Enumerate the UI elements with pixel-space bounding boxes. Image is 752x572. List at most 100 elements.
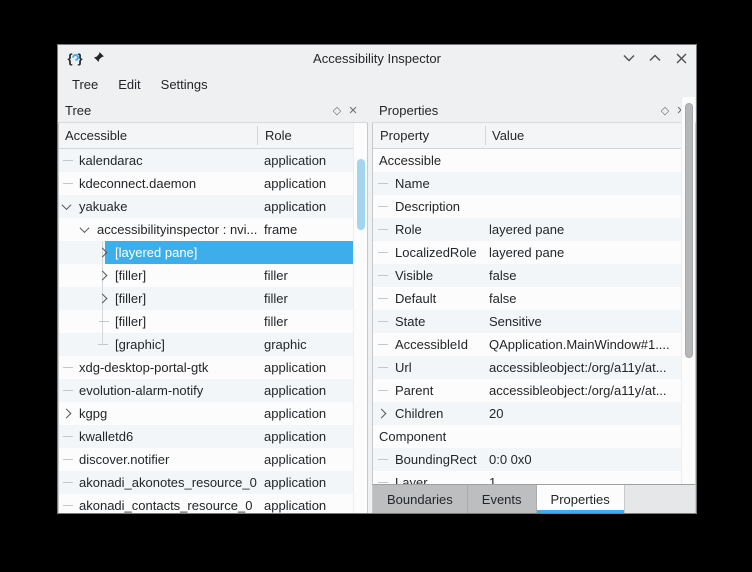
- tree-row-label[interactable]: [graphic]: [115, 337, 165, 352]
- tree-row-label[interactable]: [filler]: [115, 314, 146, 329]
- tree-row[interactable]: kdeconnect.daemon application: [59, 172, 367, 195]
- tree-row-role[interactable]: graphic: [264, 333, 307, 356]
- property-row[interactable]: Name: [373, 172, 695, 195]
- tab-properties[interactable]: Properties: [536, 485, 625, 513]
- tree-row-role[interactable]: frame: [264, 218, 297, 241]
- tree-row-label[interactable]: evolution-alarm-notify: [79, 383, 203, 398]
- tree-scrollbar-thumb[interactable]: [357, 159, 365, 230]
- tree-row-label[interactable]: xdg-desktop-portal-gtk: [79, 360, 208, 375]
- tree-row-role[interactable]: application: [264, 448, 326, 471]
- minimize-button[interactable]: [622, 51, 636, 65]
- tree-row[interactable]: [filler] filler: [59, 287, 367, 310]
- tree-row[interactable]: [filler] filler: [59, 310, 367, 333]
- tree-row-role[interactable]: application: [264, 149, 326, 172]
- property-name[interactable]: Url: [395, 360, 412, 375]
- property-name[interactable]: Layer: [395, 475, 428, 484]
- property-value[interactable]: accessibleobject:/org/a11y/at...: [489, 356, 667, 379]
- tree-row-label[interactable]: kwalletd6: [79, 429, 133, 444]
- property-value[interactable]: Sensitive: [489, 310, 542, 333]
- tree-row-label[interactable]: [filler]: [115, 268, 146, 283]
- tree-row-label[interactable]: kalendarac: [79, 153, 143, 168]
- expander-right-icon[interactable]: [61, 408, 72, 419]
- property-name[interactable]: Accessible: [379, 153, 441, 168]
- tree-row[interactable]: kalendarac application: [59, 149, 367, 172]
- tree-row-label[interactable]: [layered pane]: [115, 245, 197, 260]
- tree-row[interactable]: akonadi_contacts_resource_0 application: [59, 494, 367, 513]
- tree-row-label[interactable]: kgpg: [79, 406, 107, 421]
- tree-row-role[interactable]: application: [264, 379, 326, 402]
- property-value[interactable]: 1: [489, 471, 496, 484]
- properties-scrollbar-thumb[interactable]: [685, 103, 693, 358]
- expander-right-icon[interactable]: [97, 293, 108, 304]
- properties-float-icon[interactable]: ◇: [657, 102, 673, 118]
- tree-row[interactable]: [graphic] graphic: [59, 333, 367, 356]
- tree-row[interactable]: kgpg application: [59, 402, 367, 425]
- property-row[interactable]: Parent accessibleobject:/org/a11y/at...: [373, 379, 695, 402]
- property-name[interactable]: Name: [395, 176, 430, 191]
- expander-right-icon[interactable]: [97, 270, 108, 281]
- property-value[interactable]: 0:0 0x0: [489, 448, 532, 471]
- tree-row-role[interactable]: application: [264, 471, 326, 494]
- tree-close-icon[interactable]: ×: [345, 102, 361, 119]
- tree-row-label[interactable]: kdeconnect.daemon: [79, 176, 196, 191]
- tree-row-role[interactable]: application: [264, 494, 326, 513]
- property-value[interactable]: layered pane: [489, 218, 564, 241]
- tree-row-label[interactable]: akonadi_contacts_resource_0: [79, 498, 252, 513]
- properties-column-header[interactable]: Property Value: [373, 123, 695, 149]
- property-value[interactable]: 20: [489, 402, 503, 425]
- property-name[interactable]: BoundingRect: [395, 452, 477, 467]
- tree-row-role[interactable]: application: [264, 172, 326, 195]
- property-row[interactable]: Visible false: [373, 264, 695, 287]
- property-row[interactable]: Default false: [373, 287, 695, 310]
- tree-row[interactable]: accessibilityinspector : nvi... frame: [59, 218, 367, 241]
- column-accessible[interactable]: Accessible: [65, 123, 127, 148]
- tree-row[interactable]: kwalletd6 application: [59, 425, 367, 448]
- property-value[interactable]: false: [489, 287, 516, 310]
- menu-settings[interactable]: Settings: [151, 73, 218, 96]
- column-property[interactable]: Property: [380, 123, 429, 148]
- property-name[interactable]: State: [395, 314, 425, 329]
- expander-right-icon[interactable]: [97, 247, 108, 258]
- close-button[interactable]: [674, 51, 688, 65]
- property-value[interactable]: accessibleobject:/org/a11y/at...: [489, 379, 667, 402]
- tree-row[interactable]: discover.notifier application: [59, 448, 367, 471]
- tree-row[interactable]: xdg-desktop-portal-gtk application: [59, 356, 367, 379]
- titlebar[interactable]: {} Accessibility Inspector: [58, 45, 696, 71]
- property-name[interactable]: Visible: [395, 268, 433, 283]
- tree-column-header[interactable]: Accessible Role: [59, 123, 367, 149]
- maximize-button[interactable]: [648, 51, 662, 65]
- property-row[interactable]: Url accessibleobject:/org/a11y/at...: [373, 356, 695, 379]
- keep-above-pin-icon[interactable]: [92, 51, 105, 65]
- property-group-row[interactable]: Accessible: [373, 149, 695, 172]
- tree-row-role[interactable]: filler: [264, 264, 288, 287]
- property-value[interactable]: layered pane: [489, 241, 564, 264]
- column-role[interactable]: Role: [265, 123, 292, 148]
- tree-row-role[interactable]: application: [264, 402, 326, 425]
- property-name[interactable]: Children: [395, 406, 443, 421]
- property-value[interactable]: QApplication.MainWindow#1....: [489, 333, 670, 356]
- expander-down-icon[interactable]: [79, 223, 90, 234]
- menu-edit[interactable]: Edit: [108, 73, 150, 96]
- properties-scrollbar[interactable]: [681, 97, 695, 484]
- column-value[interactable]: Value: [492, 123, 524, 148]
- menu-tree[interactable]: Tree: [62, 73, 108, 96]
- tree-row[interactable]: evolution-alarm-notify application: [59, 379, 367, 402]
- property-name[interactable]: Role: [395, 222, 422, 237]
- tree-row-role[interactable]: filler: [264, 287, 288, 310]
- property-name[interactable]: LocalizedRole: [395, 245, 477, 260]
- property-name[interactable]: Default: [395, 291, 436, 306]
- tree-float-icon[interactable]: ◇: [329, 102, 345, 118]
- property-row[interactable]: State Sensitive: [373, 310, 695, 333]
- expander-right-icon[interactable]: [376, 408, 387, 419]
- tab-events[interactable]: Events: [467, 485, 537, 513]
- tree-row-label[interactable]: [filler]: [115, 291, 146, 306]
- property-row[interactable]: BoundingRect 0:0 0x0: [373, 448, 695, 471]
- tree-row[interactable]: yakuake application: [59, 195, 367, 218]
- tree-row[interactable]: [filler] filler: [59, 264, 367, 287]
- tree-row-label[interactable]: yakuake: [79, 199, 127, 214]
- property-name[interactable]: Component: [379, 429, 446, 444]
- expander-down-icon[interactable]: [61, 200, 72, 211]
- tree-row-role[interactable]: application: [264, 356, 326, 379]
- property-name[interactable]: Description: [395, 199, 460, 214]
- tree-scrollbar[interactable]: [353, 123, 367, 513]
